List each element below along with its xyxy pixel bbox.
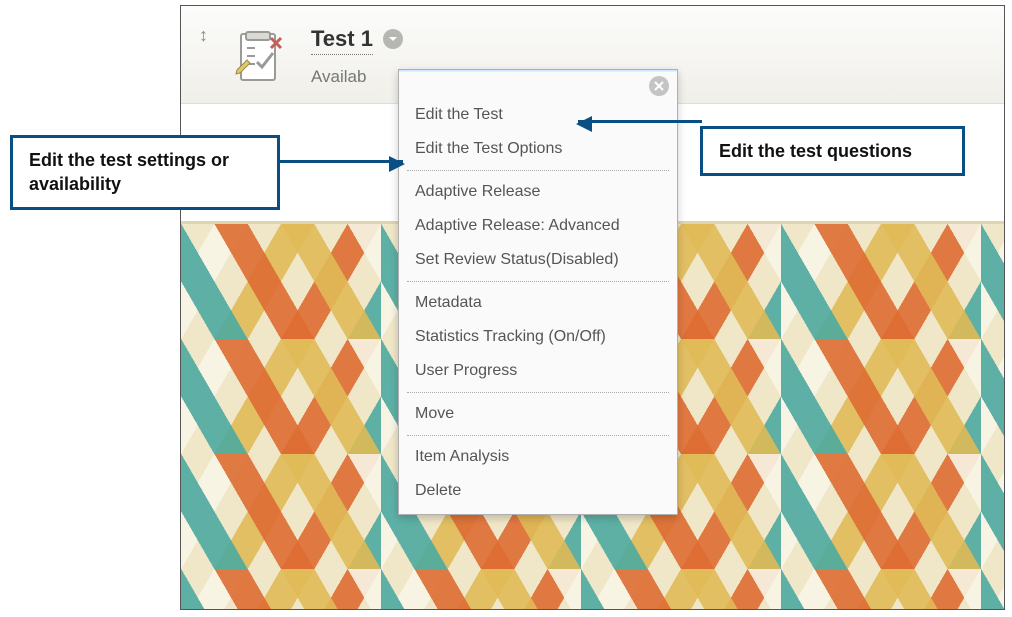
close-icon[interactable] bbox=[649, 76, 669, 96]
context-menu: Edit the Test Edit the Test Options Adap… bbox=[398, 69, 678, 515]
assessment-icon bbox=[235, 26, 289, 91]
menu-item-edit-the-test-options[interactable]: Edit the Test Options bbox=[399, 132, 677, 166]
menu-item-set-review-status[interactable]: Set Review Status(Disabled) bbox=[399, 243, 677, 277]
arrow-right-icon bbox=[280, 160, 403, 163]
menu-separator bbox=[407, 281, 669, 282]
menu-item-adaptive-release-advanced[interactable]: Adaptive Release: Advanced bbox=[399, 209, 677, 243]
callout-edit-questions: Edit the test questions bbox=[700, 126, 965, 176]
menu-item-metadata[interactable]: Metadata bbox=[399, 286, 677, 320]
menu-item-item-analysis[interactable]: Item Analysis bbox=[399, 440, 677, 474]
availability-label: Availab bbox=[311, 67, 403, 87]
item-title[interactable]: Test 1 bbox=[311, 26, 373, 55]
menu-separator bbox=[407, 170, 669, 171]
menu-item-edit-the-test[interactable]: Edit the Test bbox=[399, 98, 677, 132]
item-text-block: Test 1 Availab bbox=[311, 26, 403, 87]
menu-item-statistics-tracking[interactable]: Statistics Tracking (On/Off) bbox=[399, 320, 677, 354]
menu-separator bbox=[407, 392, 669, 393]
menu-item-adaptive-release[interactable]: Adaptive Release bbox=[399, 175, 677, 209]
chevron-down-icon[interactable] bbox=[383, 29, 403, 49]
menu-item-delete[interactable]: Delete bbox=[399, 474, 677, 508]
drag-handle-icon[interactable]: ↕ bbox=[199, 26, 213, 44]
arrow-left-icon bbox=[578, 120, 702, 123]
callout-edit-settings: Edit the test settings or availability bbox=[10, 135, 280, 210]
menu-separator bbox=[407, 435, 669, 436]
menu-item-user-progress[interactable]: User Progress bbox=[399, 354, 677, 388]
menu-item-move[interactable]: Move bbox=[399, 397, 677, 431]
